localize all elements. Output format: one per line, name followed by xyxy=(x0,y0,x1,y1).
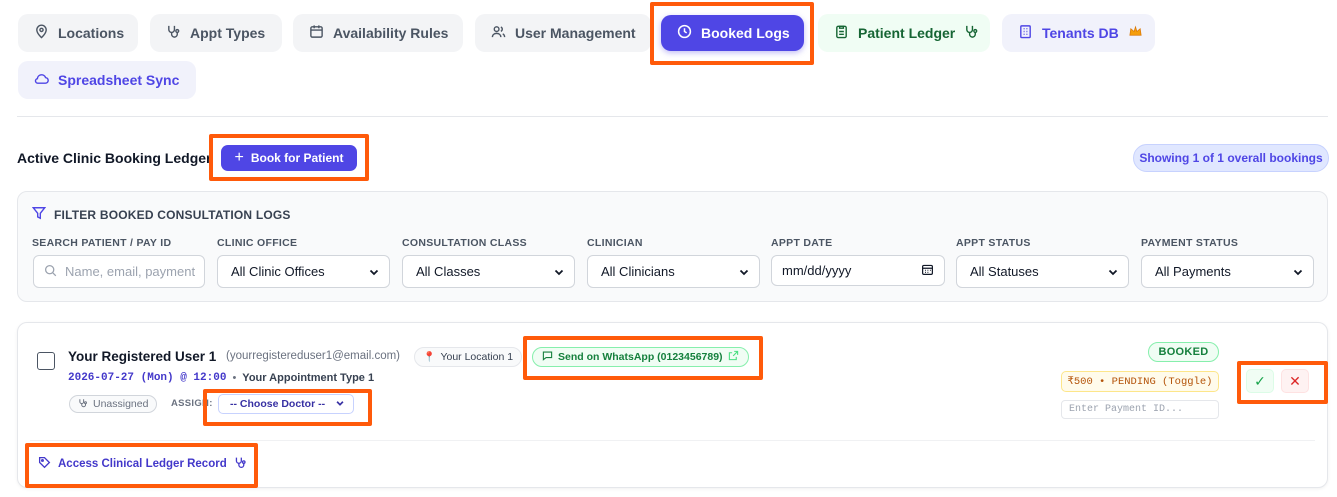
chevron-down-icon xyxy=(1292,266,1304,278)
stethoscope-icon xyxy=(78,398,88,411)
tab-booked-logs[interactable]: Booked Logs xyxy=(661,15,804,51)
choose-doctor-value: -- Choose Doctor -- xyxy=(230,398,326,410)
appt-status-value: All Statuses xyxy=(970,264,1039,279)
appointment-type: Your Appointment Type 1 xyxy=(242,372,375,384)
choose-doctor-select[interactable]: -- Choose Doctor -- xyxy=(218,394,354,414)
clipboard-icon xyxy=(834,24,849,42)
search-placeholder: Name, email, payment xyxy=(65,264,196,279)
payment-toggle[interactable]: ₹500 • PENDING (Toggle) xyxy=(1061,371,1219,392)
clinician-label: CLINICIAN xyxy=(587,237,643,249)
map-pin-icon xyxy=(34,24,49,42)
tab-availability-rules[interactable]: Availability Rules xyxy=(293,14,463,52)
cloud-icon xyxy=(34,71,49,89)
clinic-office-value: All Clinic Offices xyxy=(231,264,325,279)
tab-label: Locations xyxy=(58,25,125,41)
appt-date-input[interactable]: mm/dd/yyyy xyxy=(771,255,945,286)
external-link-icon xyxy=(728,350,739,364)
chevron-down-icon xyxy=(1107,266,1119,278)
whatsapp-button[interactable]: Send on WhatsApp (0123456789) xyxy=(532,347,749,367)
ledger-link-label: Access Clinical Ledger Record xyxy=(58,458,227,470)
patient-name: Your Registered User 1 xyxy=(68,349,217,364)
tab-label: Appt Types xyxy=(190,25,266,41)
book-for-patient-button[interactable]: + Book for Patient xyxy=(221,145,357,171)
filter-panel: FILTER BOOKED CONSULTATION LOGS SEARCH P… xyxy=(17,191,1328,302)
booking-card: Your Registered User 1 (yourregisteredus… xyxy=(17,322,1328,488)
pin-icon: 📍 xyxy=(423,351,436,363)
tab-label: User Management xyxy=(515,25,636,41)
payment-status-label: PAYMENT STATUS xyxy=(1141,237,1239,249)
clinician-select[interactable]: All Clinicians xyxy=(587,255,760,288)
payment-status-select[interactable]: All Payments xyxy=(1141,255,1314,288)
tab-patient-ledger[interactable]: Patient Ledger xyxy=(818,14,990,52)
separator: • xyxy=(232,372,237,384)
filter-title-label: FILTER BOOKED CONSULTATION LOGS xyxy=(54,207,291,222)
tab-spreadsheet-sync[interactable]: Spreadsheet Sync xyxy=(18,61,196,99)
appt-status-label: APPT STATUS xyxy=(956,237,1031,249)
payment-status-value: All Payments xyxy=(1155,264,1231,279)
select-checkbox[interactable] xyxy=(37,352,55,370)
tab-label: Availability Rules xyxy=(333,25,449,41)
chevron-down-icon xyxy=(368,266,380,278)
location-label: Your Location 1 xyxy=(440,351,514,363)
building-icon xyxy=(1018,24,1033,42)
clinical-ledger-link[interactable]: Access Clinical Ledger Record xyxy=(38,456,247,472)
plus-icon: + xyxy=(234,149,244,166)
assignee-badge: Unassigned xyxy=(69,395,158,413)
patient-email: (yourregistereduser1@email.com) xyxy=(226,350,401,362)
clinic-office-label: CLINIC OFFICE xyxy=(217,237,298,249)
crown-icon xyxy=(1128,24,1143,42)
filter-icon xyxy=(31,206,47,223)
tag-icon xyxy=(38,456,51,472)
location-pill: 📍 Your Location 1 xyxy=(414,347,523,367)
book-button-label: Book for Patient xyxy=(250,151,344,165)
page-title: Active Clinic Booking Ledger xyxy=(17,150,212,166)
tab-label: Spreadsheet Sync xyxy=(58,72,180,88)
search-input[interactable]: Name, email, payment xyxy=(33,255,205,288)
status-badge: BOOKED xyxy=(1148,342,1219,362)
appt-date-label: APPT DATE xyxy=(771,237,833,249)
payment-id-input[interactable]: Enter Payment ID... xyxy=(1061,400,1219,419)
tab-locations[interactable]: Locations xyxy=(18,14,138,52)
appointment-datetime: 2026-07-27 (Mon) @ 12:00 xyxy=(68,372,227,384)
clock-icon xyxy=(677,24,692,42)
appt-status-select[interactable]: All Statuses xyxy=(956,255,1129,288)
whatsapp-label: Send on WhatsApp (0123456789) xyxy=(558,351,723,363)
assignee-label: Unassigned xyxy=(93,398,149,410)
booking-count-badge: Showing 1 of 1 overall bookings xyxy=(1133,144,1329,172)
stethoscope-icon xyxy=(964,24,979,42)
calendar-icon xyxy=(309,24,324,42)
consultation-class-label: CONSULTATION CLASS xyxy=(402,237,527,249)
card-divider xyxy=(30,440,1315,441)
search-label: SEARCH PATIENT / PAY ID xyxy=(32,237,172,249)
clinic-office-select[interactable]: All Clinic Offices xyxy=(217,255,390,288)
chevron-down-icon xyxy=(553,266,565,278)
chevron-down-icon xyxy=(738,266,750,278)
approve-button[interactable]: ✓ xyxy=(1246,369,1274,393)
calendar-icon[interactable] xyxy=(921,263,934,279)
appt-date-value: mm/dd/yyyy xyxy=(782,263,852,278)
assign-label: ASSIGN: xyxy=(171,398,213,409)
tab-user-management[interactable]: User Management xyxy=(475,14,651,52)
appointment-info: 2026-07-27 (Mon) @ 12:00 • Your Appointm… xyxy=(68,372,374,384)
chevron-down-icon xyxy=(335,398,345,411)
stethoscope-icon xyxy=(166,24,181,42)
consultation-class-select[interactable]: All Classes xyxy=(402,255,575,288)
users-icon xyxy=(491,24,506,42)
stethoscope-icon xyxy=(234,456,247,472)
tab-label: Patient Ledger xyxy=(858,25,956,41)
tab-tenants-db[interactable]: Tenants DB xyxy=(1002,14,1155,52)
tab-appt-types[interactable]: Appt Types xyxy=(150,14,282,52)
search-icon xyxy=(44,264,57,280)
message-icon xyxy=(542,350,553,364)
consultation-class-value: All Classes xyxy=(416,264,481,279)
divider xyxy=(17,116,1328,117)
tab-label: Booked Logs xyxy=(701,25,790,41)
tab-label: Tenants DB xyxy=(1042,25,1119,41)
filter-title: FILTER BOOKED CONSULTATION LOGS xyxy=(31,206,291,223)
reject-button[interactable]: ✕ xyxy=(1281,369,1309,393)
clinician-value: All Clinicians xyxy=(601,264,675,279)
